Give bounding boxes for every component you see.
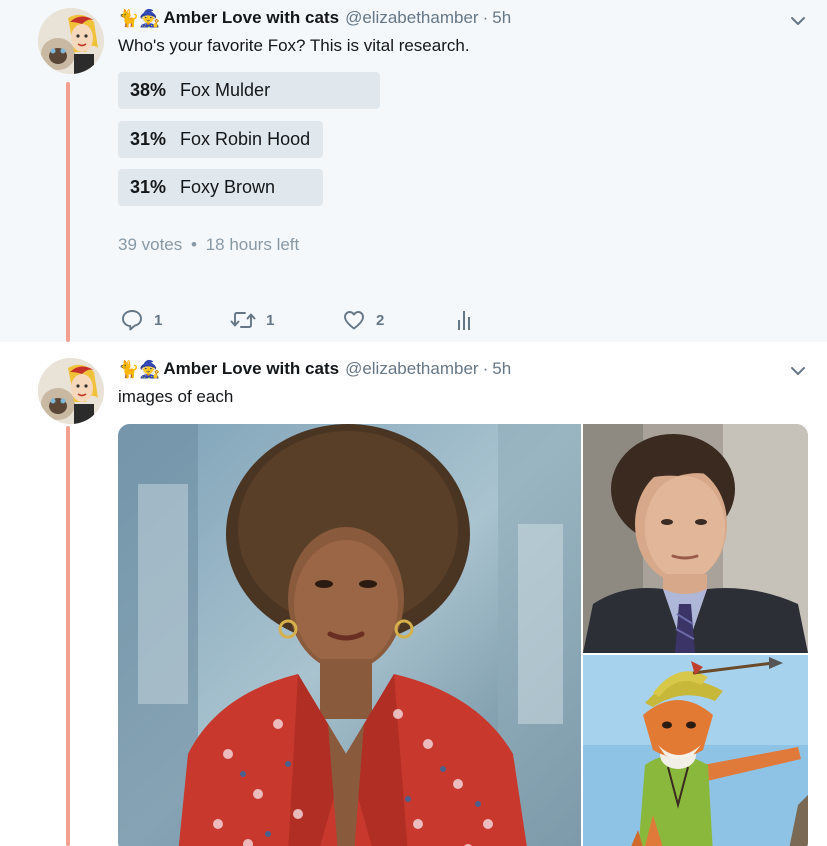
heart-icon bbox=[342, 308, 366, 332]
separator: · bbox=[482, 8, 489, 27]
author-name[interactable]: Amber Love with cats bbox=[163, 8, 339, 28]
retweet-count: 1 bbox=[266, 311, 275, 329]
tweet-poll[interactable]: 🐈🧙 Amber Love with cats @elizabethamber … bbox=[0, 0, 827, 342]
poll-choice: 38% Fox Mulder bbox=[118, 72, 380, 109]
bullet: • bbox=[191, 235, 197, 254]
tweet-time[interactable]: 5h bbox=[492, 8, 511, 28]
poll-percent: 31% bbox=[130, 177, 167, 197]
retweet-button[interactable]: 1 bbox=[230, 308, 274, 332]
tweet-text: Who's your favorite Fox? This is vital r… bbox=[118, 36, 470, 55]
tweet-images[interactable]: 🐈🧙 Amber Love with cats @elizabethamber … bbox=[0, 342, 827, 846]
reply-count: 1 bbox=[154, 311, 163, 329]
tweet-text: images of each bbox=[118, 387, 234, 406]
like-button[interactable]: 2 bbox=[342, 308, 384, 332]
poll-label: Fox Robin Hood bbox=[180, 129, 311, 149]
author-handle[interactable]: @elizabethamber bbox=[345, 359, 479, 379]
chevron-down-icon[interactable] bbox=[789, 362, 807, 380]
poll-choice: 31% Foxy Brown bbox=[118, 169, 323, 206]
avatar-illustration bbox=[38, 8, 104, 74]
avatar-illustration bbox=[38, 358, 104, 424]
poll-percent: 38% bbox=[130, 80, 167, 100]
poll-label: Fox Mulder bbox=[180, 80, 271, 100]
author-handle[interactable]: @elizabethamber bbox=[345, 8, 479, 28]
media-grid bbox=[118, 424, 808, 846]
chevron-down-icon[interactable] bbox=[789, 12, 807, 30]
photo-foxy-brown[interactable] bbox=[118, 424, 581, 846]
cat-wizard-emoji: 🐈🧙 bbox=[118, 359, 161, 379]
author-name[interactable]: Amber Love with cats bbox=[163, 359, 339, 379]
poll-label: Foxy Brown bbox=[180, 177, 276, 197]
poll-choice: 31% Fox Robin Hood bbox=[118, 121, 323, 158]
retweet-icon bbox=[230, 308, 256, 332]
tweet-header: 🐈🧙 Amber Love with cats @elizabethamber … bbox=[118, 7, 511, 29]
reply-button[interactable]: 1 bbox=[120, 308, 162, 332]
photo-fox-robin-hood[interactable] bbox=[583, 655, 808, 846]
tweet-header: 🐈🧙 Amber Love with cats @elizabethamber … bbox=[118, 358, 511, 380]
analytics-button[interactable] bbox=[454, 308, 476, 332]
tweet-time[interactable]: 5h bbox=[492, 359, 511, 379]
cat-wizard-emoji: 🐈🧙 bbox=[118, 8, 161, 28]
thread-line bbox=[66, 426, 70, 846]
avatar[interactable] bbox=[38, 358, 104, 424]
poll-percent: 31% bbox=[130, 129, 167, 149]
reply-icon bbox=[120, 308, 144, 332]
poll-time-left: 18 hours left bbox=[205, 235, 300, 254]
poll-meta: 39 votes • 18 hours left bbox=[118, 235, 299, 255]
like-count: 2 bbox=[376, 311, 385, 329]
photo-fox-mulder[interactable] bbox=[583, 424, 808, 653]
thread-line bbox=[66, 82, 70, 342]
poll-votes: 39 votes bbox=[118, 235, 183, 254]
separator: · bbox=[482, 359, 489, 378]
avatar[interactable] bbox=[38, 8, 104, 74]
analytics-icon bbox=[454, 308, 476, 332]
